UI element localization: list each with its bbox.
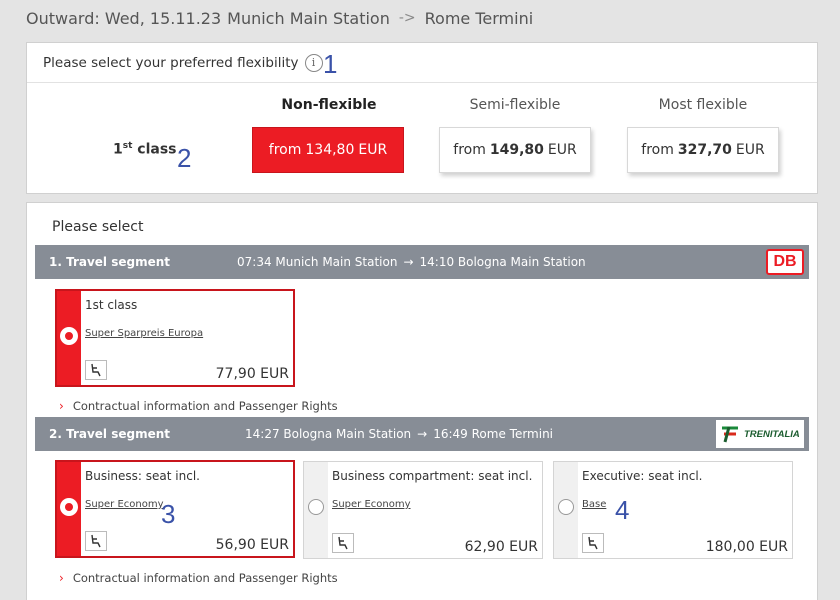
contract-info-link-2[interactable]: › Contractual information and Passenger …	[59, 571, 338, 585]
fare-selection-panel: Please select 1. Travel segment 07:34 Mu…	[26, 202, 818, 600]
seat-icon	[332, 533, 354, 553]
tariff-link[interactable]: Super Sparpreis Europa	[85, 328, 203, 339]
fare-card-1st-class[interactable]: 1st class Super Sparpreis Europa 77,90 E…	[55, 289, 295, 387]
fare-radio[interactable]	[308, 499, 324, 515]
segment-route: 14:27 Bologna Main Station → 16:49 Rome Te…	[245, 427, 554, 441]
class-label: 1st class	[113, 141, 177, 158]
fare-radio[interactable]	[61, 499, 77, 515]
tariff-link[interactable]: Super Economy	[85, 499, 164, 510]
annotation-marker-4: 4	[615, 495, 630, 525]
fare-name: 1st class	[85, 298, 138, 312]
select-title: Please select	[52, 219, 144, 235]
contract-info-link-1[interactable]: › Contractual information and Passenger …	[59, 399, 338, 413]
heading-semi-flexible: Semi-flexible	[469, 97, 561, 113]
fare-price: 56,90 EUR	[215, 537, 289, 553]
origin-station: Munich Main Station	[227, 8, 390, 28]
annotation-marker-2: 2	[177, 143, 192, 173]
fare-radio[interactable]	[558, 499, 574, 515]
flexibility-header: Please select your preferred flexibility…	[27, 43, 817, 83]
annotation-marker-1: 1	[323, 49, 338, 79]
fare-price: 62,90 EUR	[464, 539, 538, 555]
destination-station: Rome Termini	[424, 8, 534, 28]
tariff-link[interactable]: Base	[582, 499, 606, 510]
fare-name: Executive: seat incl.	[582, 469, 703, 483]
outward-journey-header: Outward: Wed, 15.11.23 Munich Main Stati…	[0, 0, 840, 36]
fare-name: Business compartment: seat incl.	[332, 469, 533, 483]
flexibility-prompt: Please select your preferred flexibility	[43, 54, 299, 71]
info-icon[interactable]: i	[304, 53, 323, 72]
db-logo-icon: DB	[766, 249, 804, 275]
price-button-semi-flexible[interactable]: from 149,80 EUR	[439, 127, 591, 173]
fare-price: 77,90 EUR	[215, 366, 289, 382]
annotation-marker-3: 3	[161, 499, 176, 529]
segment-route: 07:34 Munich Main Station → 14:10 Bologna …	[237, 255, 586, 269]
chevron-right-icon: ›	[59, 399, 64, 413]
segment-title: 2. Travel segment	[49, 427, 171, 441]
fare-card-executive[interactable]: Executive: seat incl. Base 180,00 EUR	[553, 461, 793, 559]
chevron-right-icon: ›	[59, 571, 64, 585]
seat-icon	[85, 360, 107, 380]
fare-card-business-compartment[interactable]: Business compartment: seat incl. Super E…	[303, 461, 543, 559]
flexibility-panel: Please select your preferred flexibility…	[26, 42, 818, 194]
heading-most-flexible: Most flexible	[658, 97, 748, 113]
route-arrow-icon: ->	[398, 10, 416, 26]
seat-icon	[85, 531, 107, 551]
price-button-non-flexible[interactable]: from 134,80 EUR	[252, 127, 404, 173]
segment-title: 1. Travel segment	[49, 255, 171, 269]
price-button-most-flexible[interactable]: from 327,70 EUR	[627, 127, 779, 173]
fare-price: 180,00 EUR	[705, 539, 788, 555]
fare-name: Business: seat incl.	[85, 469, 200, 483]
seat-icon	[582, 533, 604, 553]
trenitalia-logo-icon: TRENITALIA	[716, 420, 804, 448]
outward-date: Outward: Wed, 15.11.23	[26, 8, 222, 28]
travel-segment-1-bar: 1. Travel segment 07:34 Munich Main Stat…	[35, 245, 809, 279]
travel-segment-2-bar: 2. Travel segment 14:27 Bologna Main Sta…	[35, 417, 809, 451]
heading-non-flexible: Non-flexible	[281, 97, 377, 113]
fare-radio[interactable]	[61, 328, 77, 344]
tariff-link[interactable]: Super Economy	[332, 499, 411, 510]
